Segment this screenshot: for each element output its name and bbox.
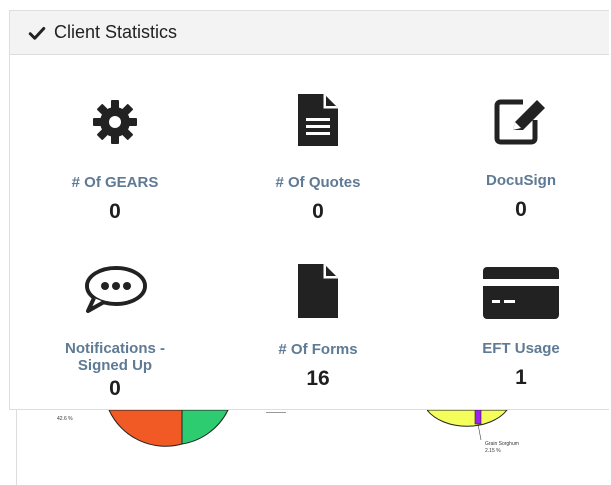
charts-area: 42.6 % Grain Sorghum 2.15 % <box>16 410 611 485</box>
stat-label: DocuSign <box>486 172 556 189</box>
stat-label: Notifications - <box>65 340 165 357</box>
credit-card-icon <box>483 267 559 319</box>
stat-value: 0 <box>109 200 121 223</box>
pie-slice-green <box>181 410 229 445</box>
stat-docusign: DocuSign 0 <box>431 96 611 222</box>
left-chart-percent: 42.6 % <box>57 416 73 422</box>
page: Client Statistics # Of GEARS 0 # Of Quot… <box>0 0 611 485</box>
panel-title: Client Statistics <box>54 22 178 42</box>
left-gap <box>0 410 9 485</box>
chat-icon <box>85 266 147 313</box>
stat-notifications: Notifications - Signed Up 0 <box>25 265 205 401</box>
pie-slice-purple <box>474 410 482 425</box>
stat-eft: EFT Usage 1 <box>431 266 611 390</box>
stat-label: EFT Usage <box>482 340 560 357</box>
document-icon <box>298 94 338 146</box>
panel-header[interactable]: Client Statistics <box>10 11 609 55</box>
stat-value: 0 <box>312 200 324 223</box>
stat-value: 16 <box>306 367 330 390</box>
right-chart-label: Grain Sorghum <box>485 441 519 447</box>
stat-forms: # Of Forms 16 <box>228 262 408 391</box>
right-chart-percent: 2.15 % <box>485 448 501 454</box>
stat-label: # Of Quotes <box>275 174 361 191</box>
pie-chart-left <box>108 410 229 447</box>
pie-slice-orange <box>108 410 183 447</box>
stat-label: # Of GEARS <box>71 174 159 191</box>
gear-icon <box>93 100 137 144</box>
stat-value: 1 <box>515 366 527 389</box>
edit-icon <box>494 99 545 145</box>
legend-dash <box>266 412 286 413</box>
stat-label: Signed Up <box>77 357 153 374</box>
pie-slice-yellow <box>427 410 508 427</box>
stat-label: # Of Forms <box>278 341 358 358</box>
stat-gears: # Of GEARS 0 <box>25 98 205 224</box>
stat-value: 0 <box>109 377 121 400</box>
stat-value: 0 <box>515 198 527 221</box>
blank-file-icon <box>298 264 338 318</box>
stat-quotes: # Of Quotes 0 <box>228 92 408 224</box>
checkmark-icon <box>28 26 46 40</box>
